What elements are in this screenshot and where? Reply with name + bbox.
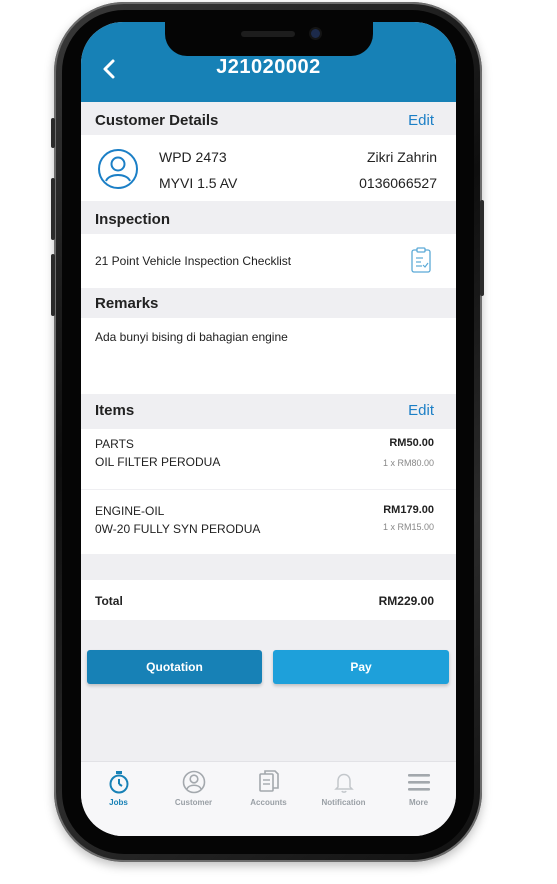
customer-card[interactable]: WPD 2473 MYVI 1.5 AV Zikri Zahrin 013606… — [81, 135, 456, 201]
bell-icon — [333, 773, 354, 793]
total-label: Total — [95, 594, 123, 608]
inspection-card[interactable]: 21 Point Vehicle Inspection Checklist — [81, 234, 456, 288]
tab-more[interactable]: More — [381, 770, 456, 807]
user-icon — [182, 770, 205, 794]
front-camera — [311, 29, 320, 38]
customer-avatar-icon — [98, 149, 138, 189]
quotation-button[interactable]: Quotation — [87, 650, 262, 684]
remarks-card[interactable]: Ada bunyi bising di bahagian engine — [81, 318, 456, 394]
customer-section-header: Customer Details Edit — [81, 104, 456, 136]
edit-customer-link[interactable]: Edit — [408, 112, 434, 129]
stopwatch-icon — [109, 771, 128, 794]
inspection-section-label: Inspection — [95, 211, 171, 228]
tab-label: Jobs — [109, 798, 128, 807]
inspection-checklist-name: 21 Point Vehicle Inspection Checklist — [95, 254, 292, 268]
tab-jobs[interactable]: Jobs — [81, 770, 156, 807]
item-qty-price: 1 x RM15.00 — [382, 522, 434, 532]
pay-button[interactable]: Pay — [273, 650, 449, 684]
documents-icon — [258, 770, 279, 792]
vehicle-model: MYVI 1.5 AV — [159, 175, 238, 191]
item-category: ENGINE-OIL — [95, 504, 165, 518]
customer-phone: 0136066527 — [359, 175, 437, 191]
items-section-label: Items — [95, 402, 135, 419]
volume-down-button — [51, 254, 55, 316]
tab-label: More — [408, 798, 429, 807]
customer-name: Zikri Zahrin — [366, 149, 437, 165]
remarks-text: Ada bunyi bising di bahagian engine — [95, 330, 288, 344]
vehicle-plate: WPD 2473 — [159, 149, 227, 165]
tab-label: Notification — [321, 798, 366, 807]
power-button — [480, 200, 484, 296]
page-title: J21020002 — [216, 56, 321, 78]
bottom-tab-bar: Jobs Customer Accounts Notification More — [81, 761, 456, 836]
volume-up-button — [51, 178, 55, 240]
item-total: RM179.00 — [383, 504, 434, 516]
tab-label: Accounts — [250, 798, 287, 807]
total-row: Total RM229.00 — [81, 580, 456, 620]
mute-switch — [51, 118, 55, 148]
tab-notification[interactable]: Notification — [306, 770, 381, 807]
item-total: RM50.00 — [389, 437, 434, 449]
speaker-grille — [241, 31, 295, 37]
menu-icon — [407, 774, 430, 791]
tab-label: Customer — [174, 798, 213, 807]
item-name: 0W-20 FULLY SYN PERODUA — [95, 522, 261, 536]
total-value: RM229.00 — [378, 594, 434, 608]
item-qty-price: 1 x RM80.00 — [382, 458, 434, 468]
edit-items-link[interactable]: Edit — [408, 402, 434, 419]
item-row[interactable]: ENGINE-OIL 0W-20 FULLY SYN PERODUA RM179… — [81, 490, 456, 554]
tab-accounts[interactable]: Accounts — [231, 770, 306, 807]
item-category: PARTS — [95, 437, 134, 451]
app-screen: J21020002 Customer Details Edit WPD 2473… — [81, 22, 456, 836]
inspection-section-header: Inspection — [81, 203, 456, 235]
item-row[interactable]: PARTS OIL FILTER PERODUA RM50.00 1 x RM8… — [81, 429, 456, 489]
tab-customer[interactable]: Customer — [156, 770, 231, 807]
item-name: OIL FILTER PERODUA — [95, 455, 221, 469]
remarks-section-header: Remarks — [81, 287, 456, 319]
phone-notch — [165, 22, 373, 56]
remarks-section-label: Remarks — [95, 295, 159, 312]
clipboard-checklist-icon[interactable] — [411, 247, 431, 273]
customer-section-label: Customer Details — [95, 112, 219, 129]
items-section-header: Items Edit — [81, 394, 456, 426]
